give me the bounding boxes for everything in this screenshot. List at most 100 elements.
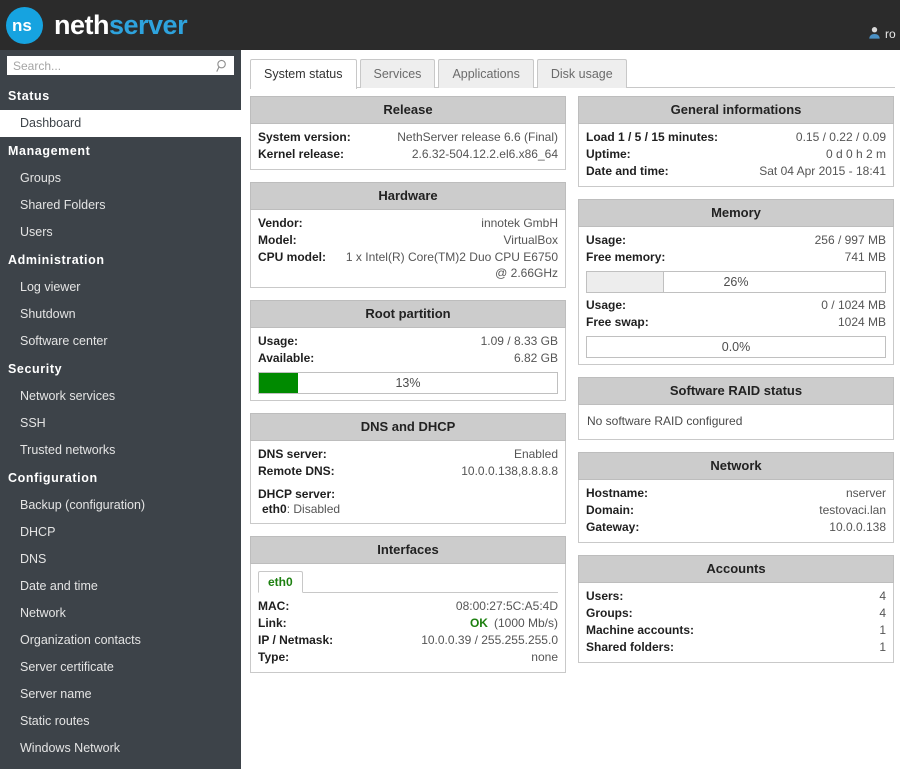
row-key: Model: [258, 233, 297, 247]
info-row: Machine accounts: 1 [586, 622, 886, 639]
row-value: OK (1000 Mb/s) [460, 616, 558, 631]
info-row: Usage: 1.09 / 8.33 GB [258, 333, 558, 350]
row-value: none [531, 650, 558, 664]
sidebar-group-title: Status [8, 89, 50, 103]
row-key: Shared folders: [586, 640, 675, 654]
row-value: 0 d 0 h 2 m [825, 147, 886, 161]
row-value: 1024 MB [837, 315, 886, 329]
user-label: ro [885, 27, 896, 41]
row-key: Available: [258, 351, 315, 365]
panel-body: Usage: 1.09 / 8.33 GB Available: 6.82 GB… [250, 328, 566, 401]
swap-progress-bar: 0.0% [586, 336, 886, 358]
row-key: Domain: [586, 503, 634, 517]
sidebar-item-ssh[interactable]: SSH [0, 410, 241, 437]
row-key: IP / Netmask: [258, 633, 334, 647]
tab-services[interactable]: Services [359, 59, 436, 88]
row-key: Date and time: [586, 164, 669, 178]
row-value: 4 [879, 589, 886, 603]
panel-body: Users: 4 Groups: 4 Machine accounts: 1 S… [578, 583, 894, 663]
row-key: Usage: [258, 334, 299, 348]
sidebar-item-server-certificate[interactable]: Server certificate [0, 654, 241, 681]
row-value: 4 [879, 606, 886, 620]
row-key: Load 1 / 5 / 15 minutes: [586, 130, 719, 144]
sidebar-item-software-center[interactable]: Software center [0, 328, 241, 355]
user-menu[interactable]: ro [868, 26, 900, 42]
raid-message: No software RAID configured [587, 414, 743, 428]
top-bar: ns nethserver ro [0, 0, 900, 50]
tab-applications[interactable]: Applications [438, 59, 534, 88]
left-column: Release System version: NethServer relea… [250, 96, 566, 685]
interface-tab-eth0[interactable]: eth0 [258, 571, 303, 593]
sidebar-item-trusted-networks[interactable]: Trusted networks [0, 437, 241, 464]
sidebar-item-dns[interactable]: DNS [0, 546, 241, 573]
row-value: Sat 04 Apr 2015 - 18:41 [759, 164, 886, 178]
sidebar: Status Dashboard Management GroupsShared Fo… [0, 50, 241, 769]
row-value: 2.6.32-504.12.2.el6.x86_64 [411, 147, 558, 161]
sidebar-item-groups[interactable]: Groups [0, 165, 241, 192]
sidebar-item-network-services[interactable]: Network services [0, 383, 241, 410]
sidebar-item-backup-configuration[interactable]: Backup (configuration) [0, 492, 241, 519]
row-key: Remote DNS: [258, 464, 335, 478]
sidebar-group-title: Security [8, 362, 63, 376]
info-row: Free memory: 741 MB [586, 249, 886, 266]
sidebar-group-title: Administration [8, 253, 105, 267]
info-row: Usage: 0 / 1024 MB [586, 297, 886, 314]
sidebar-item-log-viewer[interactable]: Log viewer [0, 274, 241, 301]
dhcp-interface-name: eth0 [262, 502, 287, 516]
panel-title: Accounts [578, 555, 894, 583]
main-content: System status Services Applications Disk us… [241, 50, 900, 769]
progress-label: 13% [395, 376, 421, 390]
panel-title: DNS and DHCP [250, 413, 566, 441]
brand-text-first: neth [54, 9, 110, 40]
search-input[interactable] [8, 57, 233, 74]
row-value: 1 [879, 623, 886, 637]
info-row: Users: 4 [586, 588, 886, 605]
info-row: CPU model: 1 x Intel(R) Core(TM)2 Duo CP… [258, 249, 558, 266]
row-key: Users: [586, 589, 624, 603]
tab-system-status[interactable]: System status [250, 59, 357, 89]
row-key: Vendor: [258, 216, 303, 230]
search-row [0, 56, 241, 82]
panel-title: General informations [578, 96, 894, 124]
sidebar-item-organization-contacts[interactable]: Organization contacts [0, 627, 241, 654]
search-box[interactable] [7, 56, 234, 75]
sidebar-item-static-routes[interactable]: Static routes [0, 708, 241, 735]
row-key: Free memory: [586, 250, 666, 264]
row-value: 1 [879, 640, 886, 654]
sidebar-item-server-name[interactable]: Server name [0, 681, 241, 708]
sidebar-item-windows-network[interactable]: Windows Network [0, 735, 241, 762]
user-icon [868, 26, 881, 42]
panel-title: Memory [578, 199, 894, 227]
sidebar-item-network[interactable]: Network [0, 600, 241, 627]
sidebar-item-dhcp[interactable]: DHCP [0, 519, 241, 546]
row-key: Kernel release: [258, 147, 345, 161]
panel-dns-dhcp: DNS and DHCP DNS server: Enabled Remote … [250, 413, 566, 524]
panel-body: Load 1 / 5 / 15 minutes: 0.15 / 0.22 / 0… [578, 124, 894, 187]
brand-logo[interactable]: ns nethserver [0, 6, 188, 44]
link-status: OK [469, 616, 488, 630]
sidebar-group-title: Management [8, 144, 91, 158]
row-key: Gateway: [586, 520, 640, 534]
sidebar-item-dashboard[interactable]: Dashboard [0, 110, 241, 137]
panel-root-partition: Root partition Usage: 1.09 / 8.33 GB Ava… [250, 300, 566, 401]
info-row: Hostname: nserver [586, 485, 886, 502]
row-key: Machine accounts: [586, 623, 695, 637]
sidebar-item-shared-folders[interactable]: Shared Folders [0, 192, 241, 219]
panel-accounts: Accounts Users: 4 Groups: 4 Machine acco… [578, 555, 894, 663]
panel-body: Usage: 256 / 997 MB Free memory: 741 MB … [578, 227, 894, 365]
sidebar-item-shutdown[interactable]: Shutdown [0, 301, 241, 328]
cpu-model-continued: @ 2.66GHz [495, 266, 558, 280]
dashboard-columns: Release System version: NethServer relea… [241, 88, 900, 685]
sidebar-item-users[interactable]: Users [0, 219, 241, 246]
info-row: Kernel release: 2.6.32-504.12.2.el6.x86_… [258, 146, 558, 163]
panel-body: DNS server: Enabled Remote DNS: 10.0.0.1… [250, 441, 566, 524]
panel-title: Software RAID status [578, 377, 894, 405]
right-column: General informations Load 1 / 5 / 15 min… [578, 96, 894, 685]
row-value: 10.0.0.138,8.8.8.8 [461, 464, 558, 478]
info-row: Groups: 4 [586, 605, 886, 622]
tab-disk-usage[interactable]: Disk usage [536, 59, 627, 88]
row-value: testovaci.lan [819, 503, 886, 517]
panel-body: eth0 MAC: 08:00:27:5C:A5:4D Link: OK (100… [250, 564, 566, 673]
sidebar-item-date-and-time[interactable]: Date and time [0, 573, 241, 600]
panel-network: Network Hostname: nserver Domain: testov… [578, 452, 894, 543]
